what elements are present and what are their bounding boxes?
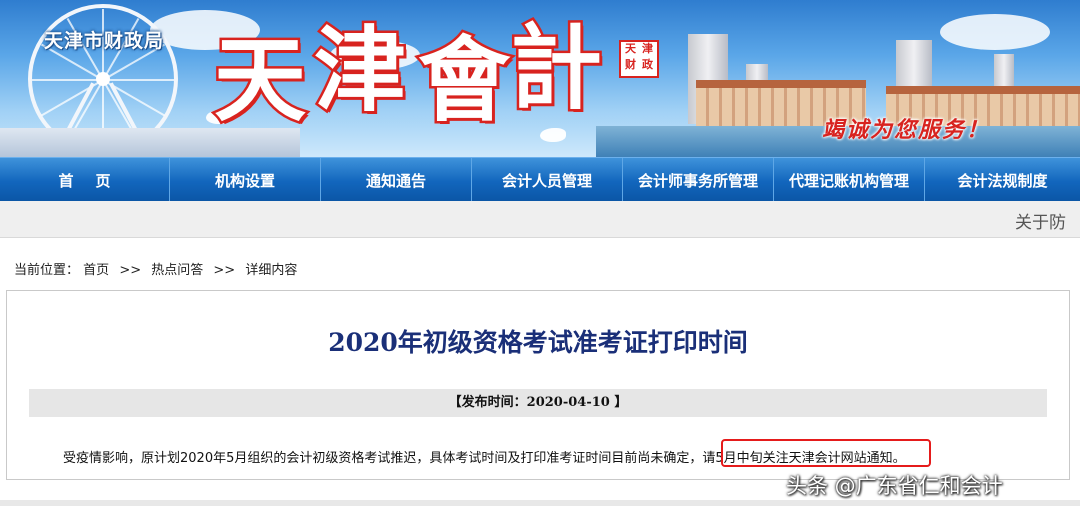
- breadcrumb: 当前位置： 首页 >> 热点问答 >> 详细内容: [14, 259, 297, 278]
- scrolling-notice-link[interactable]: 关于防: [1015, 208, 1066, 233]
- article-panel: 2020年初级资格考试准考证打印时间 【发布时间：2020-04-10 】 受疫…: [6, 290, 1070, 480]
- breadcrumb-separator: >>: [119, 263, 142, 278]
- nav-item-home[interactable]: 首页: [0, 158, 170, 202]
- title-char-3: 會: [415, 26, 512, 134]
- watermark: 头条 @广东省仁和会计: [786, 474, 1003, 498]
- nav-item-notices[interactable]: 通知通告: [321, 158, 472, 202]
- scrolling-notice-bar: 关于防: [0, 201, 1080, 238]
- title-char-4: 計: [507, 14, 604, 122]
- breadcrumb-current: 详细内容: [245, 263, 298, 278]
- site-title: 天 津 會 計: [210, 20, 610, 140]
- footer-divider: [0, 500, 1080, 506]
- nav-item-firm-mgmt[interactable]: 会计师事务所管理: [623, 158, 774, 202]
- seal-stamp: 天 津 财 政: [619, 40, 659, 78]
- nav-item-bookkeeping-mgmt[interactable]: 代理记账机构管理: [774, 158, 925, 202]
- title-char-1: 天: [211, 26, 308, 134]
- highlight-annotation-box: [721, 439, 931, 467]
- nav-item-accountant-mgmt[interactable]: 会计人员管理: [472, 158, 623, 202]
- breadcrumb-home[interactable]: 首页: [83, 263, 109, 278]
- breadcrumb-faq[interactable]: 热点问答: [151, 263, 203, 278]
- header-banner: 天津市财政局 天 津 會 計 天 津 财 政 竭诚为您服务！: [0, 0, 1080, 157]
- publish-date-bar: 【发布时间：2020-04-10 】: [29, 389, 1047, 417]
- nav-item-institutions[interactable]: 机构设置: [170, 158, 321, 202]
- slogan: 竭诚为您服务！: [822, 117, 991, 143]
- article-title: 2020年初级资格考试准考证打印时间: [328, 328, 748, 357]
- breadcrumb-separator: >>: [213, 263, 236, 278]
- publish-date: 【发布时间：2020-04-10 】: [448, 395, 628, 410]
- title-char-2: 津: [311, 16, 408, 124]
- org-name: 天津市财政局: [44, 30, 165, 52]
- breadcrumb-prefix: 当前位置：: [14, 263, 80, 278]
- main-nav: 首页 机构设置 通知通告 会计人员管理 会计师事务所管理 代理记账机构管理 会计…: [0, 157, 1080, 202]
- nav-item-regulations[interactable]: 会计法规制度: [925, 158, 1080, 202]
